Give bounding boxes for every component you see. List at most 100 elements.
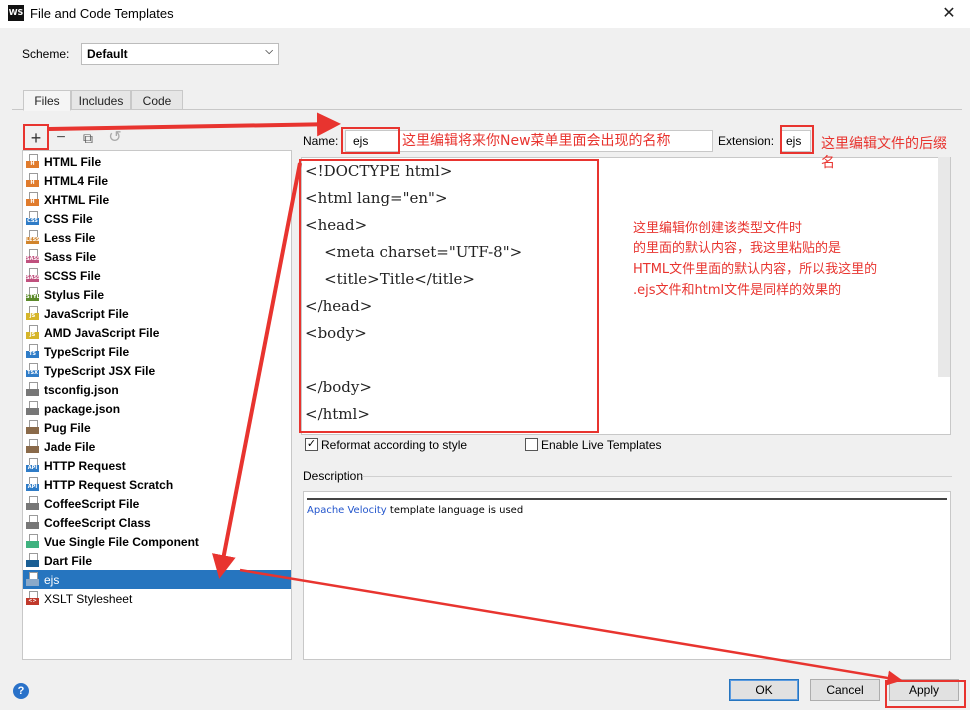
annotation-content-note-2: 的里面的默认内容，我这里粘贴的是 xyxy=(633,241,842,256)
coffee-icon xyxy=(26,515,40,530)
tab-includes[interactable]: Includes xyxy=(71,90,131,110)
list-item-label: Jade File xyxy=(44,440,96,454)
list-item[interactable]: Pug File xyxy=(23,418,291,437)
annotation-ext-note-1: 这里编辑文件的后缀 xyxy=(821,136,947,152)
live-templates-checkbox[interactable] xyxy=(525,438,538,451)
list-item-label: Less File xyxy=(44,231,96,245)
list-item[interactable]: API HTTP Request Scratch xyxy=(23,475,291,494)
list-item[interactable]: TSX TypeScript JSX File xyxy=(23,361,291,380)
close-icon[interactable]: ✕ xyxy=(934,3,964,25)
reformat-checkbox[interactable]: ✓ xyxy=(305,438,318,451)
ejs-icon xyxy=(26,572,40,587)
list-item-label: CoffeeScript Class xyxy=(44,516,151,530)
less-icon: LESS xyxy=(26,230,40,245)
scss-icon: SASS xyxy=(26,268,40,283)
list-item[interactable]: tsconfig.json xyxy=(23,380,291,399)
list-item-label: XSLT Stylesheet xyxy=(44,592,133,606)
sass-icon: SASS xyxy=(26,249,40,264)
chevron-down-icon: ⌵ xyxy=(265,46,273,57)
annotation-ext-note-2: 名 xyxy=(821,155,835,171)
pug-icon xyxy=(26,420,40,435)
list-item[interactable]: <> XSLT Stylesheet xyxy=(23,589,291,608)
tsx-icon: TSX xyxy=(26,363,40,378)
ok-button[interactable]: OK xyxy=(729,679,799,701)
list-item[interactable]: package.json xyxy=(23,399,291,418)
html-icon: H xyxy=(26,173,40,188)
list-item[interactable]: TS TypeScript File xyxy=(23,342,291,361)
annotation-box-content xyxy=(299,159,599,433)
cancel-button[interactable]: Cancel xyxy=(810,679,880,701)
list-item[interactable]: Jade File xyxy=(23,437,291,456)
copy-template-button[interactable]: ⧉ xyxy=(77,127,99,149)
jade-icon xyxy=(26,439,40,454)
window-title: File and Code Templates xyxy=(30,6,174,21)
annotation-content-note-1: 这里编辑你创建该类型文件时 xyxy=(633,221,803,236)
list-item[interactable]: STYL Stylus File xyxy=(23,285,291,304)
template-list[interactable]: H HTML File H HTML4 File H XHTML File CSS CSS F… xyxy=(22,150,292,660)
list-item[interactable]: H XHTML File xyxy=(23,190,291,209)
description-label: Description xyxy=(303,469,364,483)
list-item-label: AMD JavaScript File xyxy=(44,326,160,340)
scheme-value: Default xyxy=(87,47,128,61)
html-icon: H xyxy=(26,154,40,169)
list-item[interactable]: LESS Less File xyxy=(23,228,291,247)
list-item-label: CoffeeScript File xyxy=(44,497,140,511)
list-item[interactable]: API HTTP Request xyxy=(23,456,291,475)
list-item-label: TypeScript JSX File xyxy=(44,364,156,378)
list-item[interactable]: CoffeeScript File xyxy=(23,494,291,513)
list-item-label: HTML4 File xyxy=(44,174,109,188)
description-rest: template language is used xyxy=(386,505,524,516)
list-item-label: JavaScript File xyxy=(44,307,129,321)
list-item-label: Stylus File xyxy=(44,288,105,302)
extension-label: Extension: xyxy=(718,134,775,148)
list-item-label: Dart File xyxy=(44,554,93,568)
list-item[interactable]: H HTML4 File xyxy=(23,171,291,190)
list-item[interactable]: JS AMD JavaScript File xyxy=(23,323,291,342)
template-toolbar: + − ⧉ ↺ xyxy=(22,127,292,151)
list-item-label: HTTP Request Scratch xyxy=(44,478,174,492)
list-item[interactable]: SASS Sass File xyxy=(23,247,291,266)
ts-icon: TS xyxy=(26,344,40,359)
help-icon[interactable]: ? xyxy=(13,683,29,699)
name-label: Name: xyxy=(303,134,339,148)
annotation-content-note-4: .ejs文件和html文件是同样的效果的 xyxy=(633,283,842,298)
list-item[interactable]: Dart File xyxy=(23,551,291,570)
list-item-label: CSS File xyxy=(44,212,93,226)
list-item-label: TypeScript File xyxy=(44,345,130,359)
tab-files[interactable]: Files xyxy=(23,90,71,111)
list-item[interactable]: JS JavaScript File xyxy=(23,304,291,323)
list-item-label: SCSS File xyxy=(44,269,101,283)
title-bar: WS File and Code Templates ✕ xyxy=(0,0,970,28)
list-item-label: XHTML File xyxy=(44,193,110,207)
list-item[interactable]: CSS CSS File xyxy=(23,209,291,228)
list-item-label: HTTP Request xyxy=(44,459,126,473)
editor-scrollbar[interactable] xyxy=(938,157,950,377)
remove-template-button[interactable]: − xyxy=(50,127,72,149)
reset-template-button[interactable]: ↺ xyxy=(104,127,126,149)
json-icon xyxy=(26,401,40,416)
list-item[interactable]: ejs xyxy=(23,570,291,589)
list-item[interactable]: H HTML File xyxy=(23,152,291,171)
api-icon: API xyxy=(26,477,40,492)
reformat-label: Reformat according to style xyxy=(321,438,468,452)
stylus-icon: STYL xyxy=(26,287,40,302)
list-item[interactable]: SASS SCSS File xyxy=(23,266,291,285)
scheme-select[interactable]: Default ⌵ xyxy=(81,43,279,65)
html-icon: H xyxy=(26,192,40,207)
annotation-box-add xyxy=(23,124,49,150)
description-panel: Apache Velocity template language is use… xyxy=(303,491,951,660)
list-item-label: Sass File xyxy=(44,250,97,264)
list-item[interactable]: Vue Single File Component xyxy=(23,532,291,551)
list-item[interactable]: CoffeeScript Class xyxy=(23,513,291,532)
js-icon: JS xyxy=(26,306,40,321)
list-item-label: HTML File xyxy=(44,155,102,169)
list-item-label: ejs xyxy=(44,573,60,587)
scheme-label: Scheme: xyxy=(22,47,70,61)
velocity-link[interactable]: Apache Velocity xyxy=(307,505,387,516)
coffee-icon xyxy=(26,496,40,511)
js-icon: JS xyxy=(26,325,40,340)
tab-code[interactable]: Code xyxy=(131,90,183,110)
list-item-label: tsconfig.json xyxy=(44,383,119,397)
dart-icon xyxy=(26,553,40,568)
list-item-label: package.json xyxy=(44,402,121,416)
